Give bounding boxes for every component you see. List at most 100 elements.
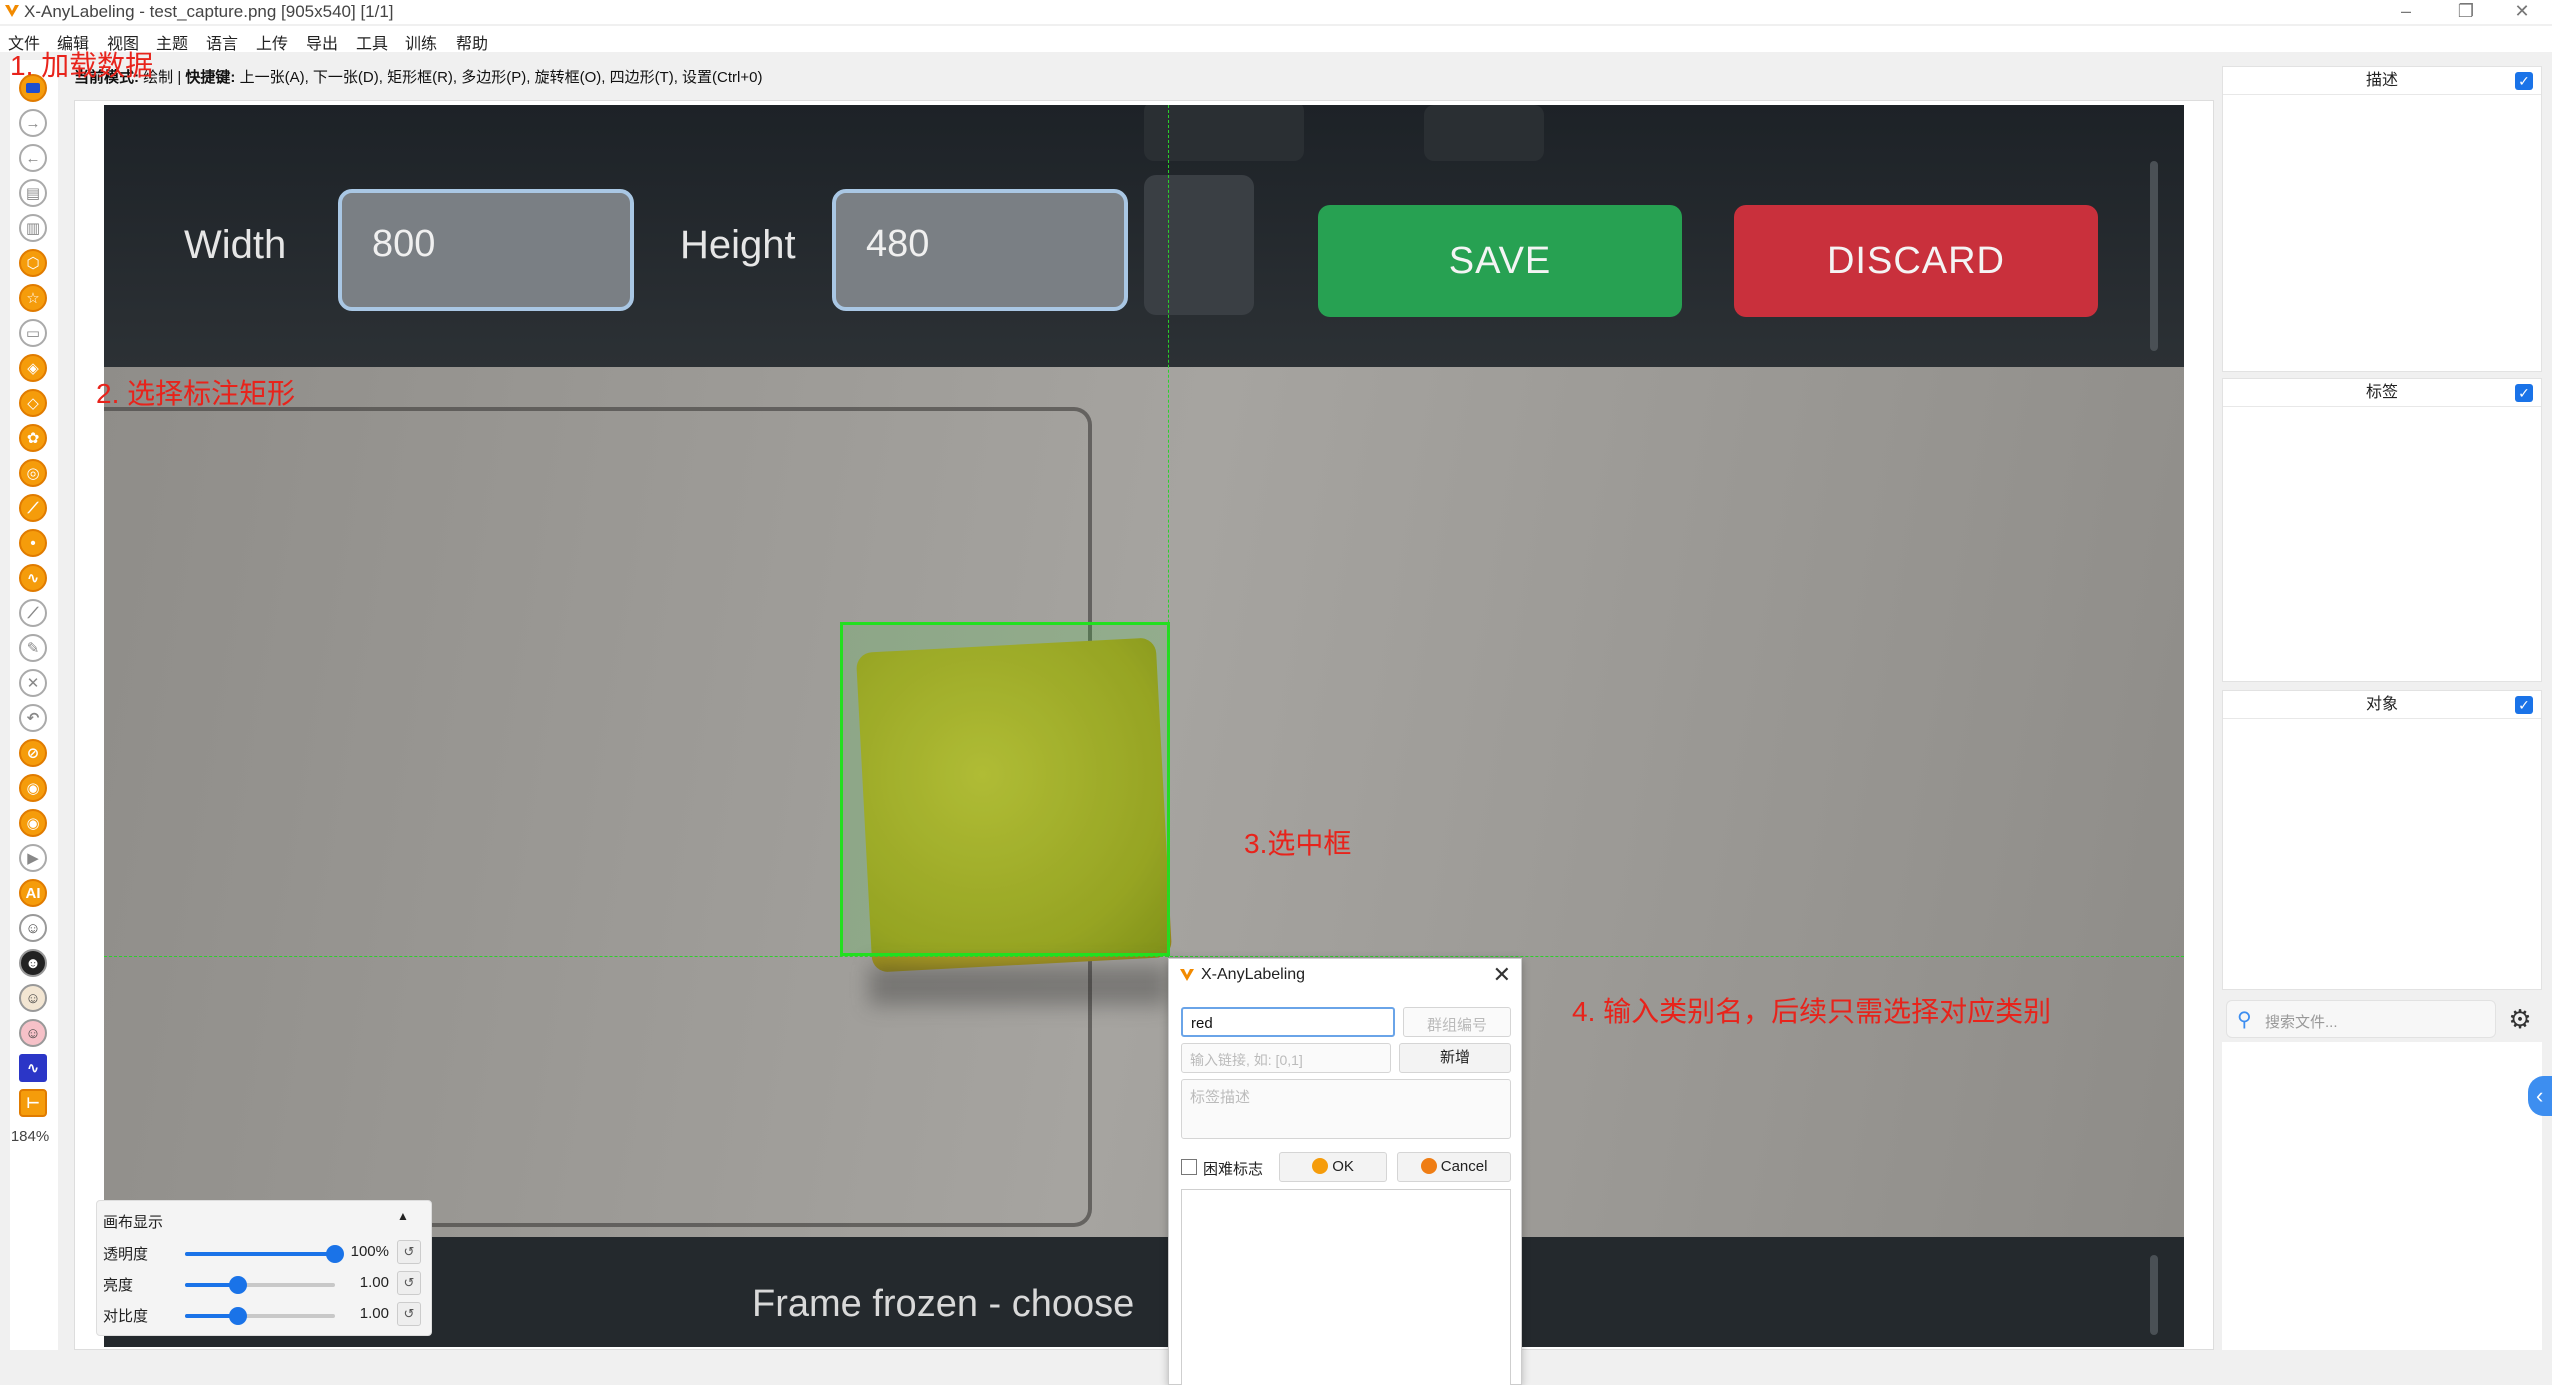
circle-icon[interactable]: ◎ <box>19 459 47 487</box>
prev-image-icon[interactable]: ← <box>19 144 47 172</box>
menu-language[interactable]: 语言 <box>206 30 238 54</box>
opacity-slider[interactable] <box>185 1245 344 1263</box>
measure-icon[interactable]: ⊢ <box>19 1089 47 1117</box>
contrast-value: 1.00 <box>359 1305 389 1322</box>
image-canvas[interactable]: Width 800 Height 480 SAVE DISCARD Frame … <box>104 105 2184 1347</box>
ai-icon[interactable]: AI <box>19 879 47 907</box>
quadrilateral-icon[interactable]: ◇ <box>19 389 47 417</box>
file-search-input[interactable]: ⚲ 搜索文件... <box>2226 1000 2496 1038</box>
difficult-checkbox[interactable] <box>1181 1159 1197 1175</box>
ok-button[interactable]: OK <box>1279 1152 1387 1182</box>
collapse-panel-icon[interactable]: ‹ <box>2528 1076 2552 1116</box>
opacity-row: 透明度 100% ↺ <box>103 1240 423 1265</box>
delete-file-icon[interactable]: ▥ <box>19 214 47 242</box>
contrast-row: 对比度 1.00 ↺ <box>103 1302 423 1327</box>
discard-button-image: DISCARD <box>1734 205 2098 317</box>
menu-train[interactable]: 训练 <box>405 30 437 54</box>
description-title: 描述 <box>2365 72 2398 89</box>
zoom-level: 184% <box>10 1128 50 1145</box>
rectangle-icon[interactable]: ☆ <box>19 284 47 312</box>
title-bar: X-AnyLabeling - test_capture.png [905x54… <box>0 0 2552 24</box>
pig-icon[interactable]: ☺ <box>19 1019 47 1047</box>
description-panel: 描述 ✓ <box>2222 66 2542 372</box>
cube-icon[interactable]: ◈ <box>19 354 47 382</box>
group-id-input[interactable]: 群组编号 <box>1403 1007 1511 1037</box>
checkbox-checked-icon[interactable]: ✓ <box>2515 72 2533 90</box>
menu-tools[interactable]: 工具 <box>356 30 388 54</box>
point-icon[interactable]: • <box>19 529 47 557</box>
line-icon[interactable]: ⟋ <box>19 494 47 522</box>
brightness-row: 亮度 1.00 ↺ <box>103 1271 423 1296</box>
brightness-slider[interactable] <box>185 1276 335 1294</box>
menu-export[interactable]: 导出 <box>306 30 338 54</box>
objects-panel-header: 对象 ✓ <box>2223 691 2541 719</box>
waveform-icon[interactable]: ∿ <box>19 1054 47 1082</box>
edit-icon[interactable]: ✎ <box>19 634 47 662</box>
app-logo-icon <box>5 5 19 17</box>
next-image-icon[interactable]: → <box>19 109 47 137</box>
gear-icon[interactable]: ⚙ <box>2506 1006 2534 1034</box>
window-title: X-AnyLabeling - test_capture.png [905x54… <box>24 2 394 21</box>
opacity-value: 100% <box>350 1243 389 1260</box>
label-input[interactable]: red <box>1181 1007 1395 1037</box>
labels-panel: 标签 ✓ <box>2222 378 2542 682</box>
label-dialog: X-AnyLabeling ✕ red 群组编号 输入链接, 如: [0,1] … <box>1168 958 1522 1385</box>
frame-status-text: Frame frozen - choose <box>752 1283 1135 1325</box>
annotation-step3: 3.选中框 <box>1244 828 1352 859</box>
cube-shadow <box>869 965 1169 1005</box>
menu-bar: 文件 编辑 视图 主题 语言 上传 导出 工具 训练 帮助 <box>0 26 2552 54</box>
minimize-button[interactable]: – <box>2376 0 2436 24</box>
reset-icon[interactable]: ↺ <box>397 1302 421 1326</box>
cancel-button[interactable]: Cancel <box>1397 1152 1511 1182</box>
polygon-icon[interactable]: ⬡ <box>19 249 47 277</box>
close-button[interactable]: ✕ <box>2492 0 2552 24</box>
play-icon[interactable]: ▶ <box>19 844 47 872</box>
magic-pointer-icon[interactable]: ◉ <box>19 774 47 802</box>
tag-icon[interactable]: ⊘ <box>19 739 47 767</box>
checkbox-checked-icon[interactable]: ✓ <box>2515 384 2533 402</box>
shortcut-label: 快捷键: <box>185 69 236 86</box>
collapse-arrow-icon[interactable]: ▲ <box>397 1209 409 1223</box>
scroll-indicator <box>2150 161 2158 351</box>
description-panel-header: 描述 ✓ <box>2223 67 2541 95</box>
delete-shape-icon[interactable]: ✕ <box>19 669 47 697</box>
labels-title: 标签 <box>2365 384 2398 401</box>
menu-help[interactable]: 帮助 <box>456 30 488 54</box>
height-field: 480 <box>832 189 1128 311</box>
crosshair-horizontal <box>104 956 2184 957</box>
brush-icon[interactable]: ⟋ <box>19 599 47 627</box>
save-icon[interactable]: ▤ <box>19 179 47 207</box>
robot-cat-icon[interactable]: ☺ <box>19 914 47 942</box>
undo-icon[interactable]: ↶ <box>19 704 47 732</box>
description-input[interactable]: 标签描述 <box>1181 1079 1511 1139</box>
panda-icon[interactable]: ☻ <box>19 949 47 977</box>
menu-upload[interactable]: 上传 <box>256 30 288 54</box>
brightness-knob[interactable] <box>228 1276 247 1294</box>
file-list-panel[interactable] <box>2222 1042 2542 1350</box>
maximize-button[interactable]: ❐ <box>2436 0 2496 24</box>
cat-icon[interactable]: ☺ <box>19 984 47 1012</box>
search-icon: ⚲ <box>2237 1009 2252 1031</box>
menu-theme[interactable]: 主题 <box>156 30 188 54</box>
contrast-slider[interactable] <box>185 1307 335 1325</box>
bounding-box[interactable] <box>840 622 1170 956</box>
checkbox-checked-icon[interactable]: ✓ <box>2515 696 2533 714</box>
ai-polygon-icon[interactable]: ✿ <box>19 424 47 452</box>
contrast-knob[interactable] <box>228 1307 247 1325</box>
dialog-title: X-AnyLabeling <box>1201 966 1306 983</box>
reset-icon[interactable]: ↺ <box>397 1271 421 1295</box>
labels-panel-header: 标签 ✓ <box>2223 379 2541 407</box>
objects-title: 对象 <box>2365 696 2398 713</box>
width-value: 800 <box>372 223 436 265</box>
label-list[interactable] <box>1181 1189 1511 1385</box>
ok-icon <box>1312 1158 1329 1174</box>
link-input[interactable]: 输入链接, 如: [0,1] <box>1181 1043 1391 1073</box>
dialog-close-icon[interactable]: ✕ <box>1493 962 1511 988</box>
shortcut-list: 上一张(A), 下一张(D), 矩形框(R), 多边形(P), 旋转框(O), … <box>239 69 763 86</box>
scroll-indicator <box>2150 1255 2158 1335</box>
reset-icon[interactable]: ↺ <box>397 1240 421 1264</box>
add-button[interactable]: 新增 <box>1399 1043 1511 1073</box>
rotated-rect-icon[interactable]: ▭ <box>19 319 47 347</box>
linestrip-icon[interactable]: ∿ <box>19 564 47 592</box>
eye-icon[interactable]: ◉ <box>19 809 47 837</box>
